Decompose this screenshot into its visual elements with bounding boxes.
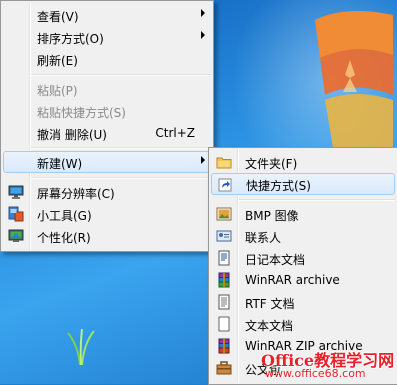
text-document-icon xyxy=(216,316,232,332)
submenu-arrow-icon xyxy=(201,31,205,39)
site-watermark: Office教程学习网 www.office68.com xyxy=(255,347,397,384)
rtf-document-icon xyxy=(216,294,232,310)
winrar-archive-icon xyxy=(216,272,232,288)
submenu-item-bmp[interactable]: BMP 图像 xyxy=(211,203,395,225)
menu-item-sort-by[interactable]: 排序方式(O) xyxy=(3,26,211,48)
winrar-zip-icon xyxy=(216,338,232,354)
submenu-arrow-icon xyxy=(201,156,205,164)
monitor-icon xyxy=(8,184,24,200)
menu-item-view[interactable]: 查看(V) xyxy=(3,4,211,26)
submenu-arrow-icon xyxy=(201,9,205,17)
submenu-item-contact[interactable]: 联系人 xyxy=(211,225,395,247)
menu-separator xyxy=(239,199,395,201)
shortcut-arrow-icon xyxy=(217,177,233,193)
watermark-url: www.office68.com xyxy=(265,367,366,380)
grass-icon xyxy=(50,325,110,366)
submenu-item-winrar[interactable]: WinRAR archive xyxy=(211,269,395,291)
menu-separator xyxy=(31,177,211,179)
gadgets-icon xyxy=(8,206,24,222)
contact-card-icon xyxy=(216,228,232,244)
menu-item-gadgets[interactable]: 小工具(G) xyxy=(3,203,211,225)
menu-item-undo-delete[interactable]: 撤消 删除(U) Ctrl+Z xyxy=(3,122,211,144)
menu-item-paste[interactable]: 粘贴(P) xyxy=(3,78,211,100)
menu-separator xyxy=(31,74,211,76)
folder-icon xyxy=(216,154,232,170)
windows-logo-wallpaper xyxy=(295,0,395,160)
menu-item-personalize[interactable]: 个性化(R) xyxy=(3,225,211,247)
bitmap-image-icon xyxy=(216,206,232,222)
menu-separator xyxy=(31,147,211,149)
desktop-context-menu: 查看(V) 排序方式(O) 刷新(E) 粘贴(P) 粘贴快捷方式(S) 撤消 删… xyxy=(0,0,214,252)
menu-item-new[interactable]: 新建(W) xyxy=(3,151,211,173)
personalize-icon xyxy=(8,228,24,244)
shortcut-text: Ctrl+Z xyxy=(155,126,195,140)
submenu-item-text-document[interactable]: 文本文档 xyxy=(211,313,395,335)
submenu-item-folder[interactable]: 文件夹(F) xyxy=(211,151,395,173)
submenu-item-rtf[interactable]: RTF 文档 xyxy=(211,291,395,313)
menu-item-paste-shortcut[interactable]: 粘贴快捷方式(S) xyxy=(3,100,211,122)
submenu-item-journal[interactable]: 日记本文档 xyxy=(211,247,395,269)
menu-item-refresh[interactable]: 刷新(E) xyxy=(3,48,211,70)
menu-item-screen-resolution[interactable]: 屏幕分辨率(C) xyxy=(3,181,211,203)
briefcase-icon xyxy=(216,360,232,376)
journal-document-icon xyxy=(216,250,232,266)
submenu-item-shortcut[interactable]: 快捷方式(S) xyxy=(211,173,395,195)
